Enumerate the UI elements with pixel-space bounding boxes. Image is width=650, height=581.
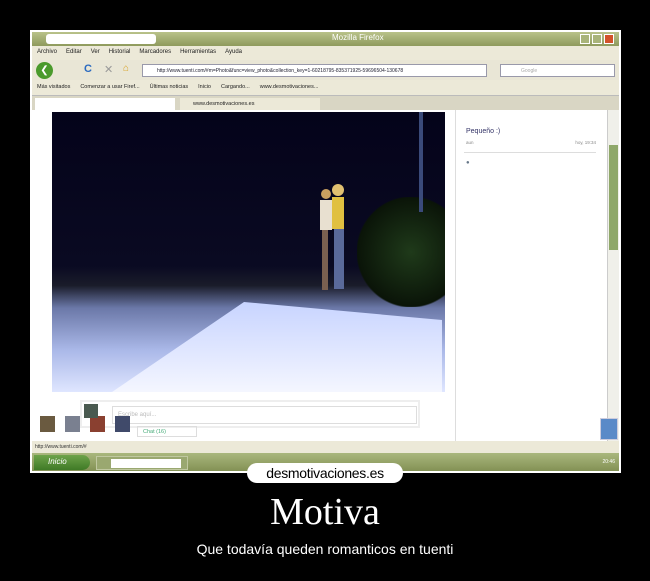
bookmark-item[interactable]: Comenzar a usar Firef... [80, 84, 139, 91]
close-button[interactable] [604, 34, 614, 44]
scrollbar[interactable] [607, 110, 619, 441]
comment-meta-left: aun [466, 140, 474, 145]
redacted-window-title [111, 459, 181, 468]
title-bar: Mozilla Firefox [32, 32, 619, 46]
photo [52, 112, 445, 392]
avatar[interactable] [84, 404, 98, 418]
avatar[interactable] [115, 416, 130, 432]
bushes [357, 197, 445, 307]
url-input[interactable]: http://www.tuenti.com/#m=Photo&func=view… [142, 64, 487, 77]
comments-panel: Pequeño :) aun hoy, 19:34 ● [455, 110, 605, 441]
start-button[interactable]: Inicio [34, 455, 90, 470]
menu-ver[interactable]: Ver [91, 49, 100, 57]
site-logo: desmotivaciones.es [247, 463, 403, 483]
couple-figure [320, 184, 344, 290]
app-icon[interactable] [600, 418, 618, 440]
bookmark-item[interactable]: Últimas noticias [150, 84, 189, 91]
menu-bar: Archivo Editar Ver Historial Marcadores … [32, 46, 619, 60]
taskbar-window[interactable] [96, 456, 188, 470]
poster-subtitle: Que todavía queden romanticos en tuenti [196, 541, 454, 557]
lamp-post [419, 112, 423, 212]
scrollbar-thumb[interactable] [609, 145, 618, 250]
bookmarks-bar: Más visitados Comenzar a usar Firef... Ú… [32, 80, 619, 95]
navigation-bar: ❮ C ✕ ⌂ http://www.tuenti.com/#m=Photo&f… [32, 60, 619, 80]
page-content: Pequeño :) aun hoy, 19:34 ● Escribe aquí.… [32, 110, 619, 441]
chat-box: Escribe aquí... [80, 400, 420, 428]
reload-icon[interactable]: C [84, 63, 92, 75]
redacted-title [46, 34, 156, 44]
comment-meta: aun hoy, 19:34 [466, 140, 596, 145]
avatar[interactable] [40, 416, 55, 432]
clock: 20:46 [602, 459, 615, 465]
tag-icon[interactable]: ● [466, 160, 470, 166]
menu-herramientas[interactable]: Herramientas [180, 49, 216, 57]
avatar[interactable] [65, 416, 80, 432]
comment-author[interactable]: Pequeño :) [466, 128, 500, 135]
status-bar: http://www.tuenti.com/# [32, 441, 619, 453]
tab-bar: www.desmotivaciones.es [32, 95, 619, 110]
search-input[interactable]: Google [500, 64, 615, 77]
stop-icon[interactable]: ✕ [104, 63, 113, 76]
bookmark-item[interactable]: www.desmotivaciones... [260, 84, 319, 91]
comment-time: hoy, 19:34 [575, 140, 596, 145]
bookmark-item[interactable]: Más visitados [37, 84, 70, 91]
chat-button[interactable]: Chat (16) [137, 426, 197, 437]
menu-historial[interactable]: Historial [109, 49, 131, 57]
menu-marcadores[interactable]: Marcadores [139, 49, 171, 57]
home-icon[interactable]: ⌂ [123, 63, 129, 74]
chat-input[interactable]: Escribe aquí... [112, 406, 417, 424]
tab-redacted[interactable] [35, 98, 175, 110]
menu-ayuda[interactable]: Ayuda [225, 49, 242, 57]
menu-editar[interactable]: Editar [66, 49, 82, 57]
bookmark-item[interactable]: Cargando... [221, 84, 250, 91]
back-icon[interactable]: ❮ [36, 62, 53, 79]
divider [464, 152, 596, 153]
avatar[interactable] [90, 416, 105, 432]
poster-title: Motiva [270, 491, 380, 533]
maximize-button[interactable] [592, 34, 602, 44]
bookmark-item[interactable]: Inicio [198, 84, 211, 91]
road [112, 302, 442, 392]
window-title: Mozilla Firefox [332, 33, 384, 42]
browser-screenshot: Mozilla Firefox Archivo Editar Ver Histo… [30, 30, 621, 473]
tab-desmotivaciones[interactable]: www.desmotivaciones.es [180, 98, 320, 110]
menu-archivo[interactable]: Archivo [37, 49, 57, 57]
minimize-button[interactable] [580, 34, 590, 44]
